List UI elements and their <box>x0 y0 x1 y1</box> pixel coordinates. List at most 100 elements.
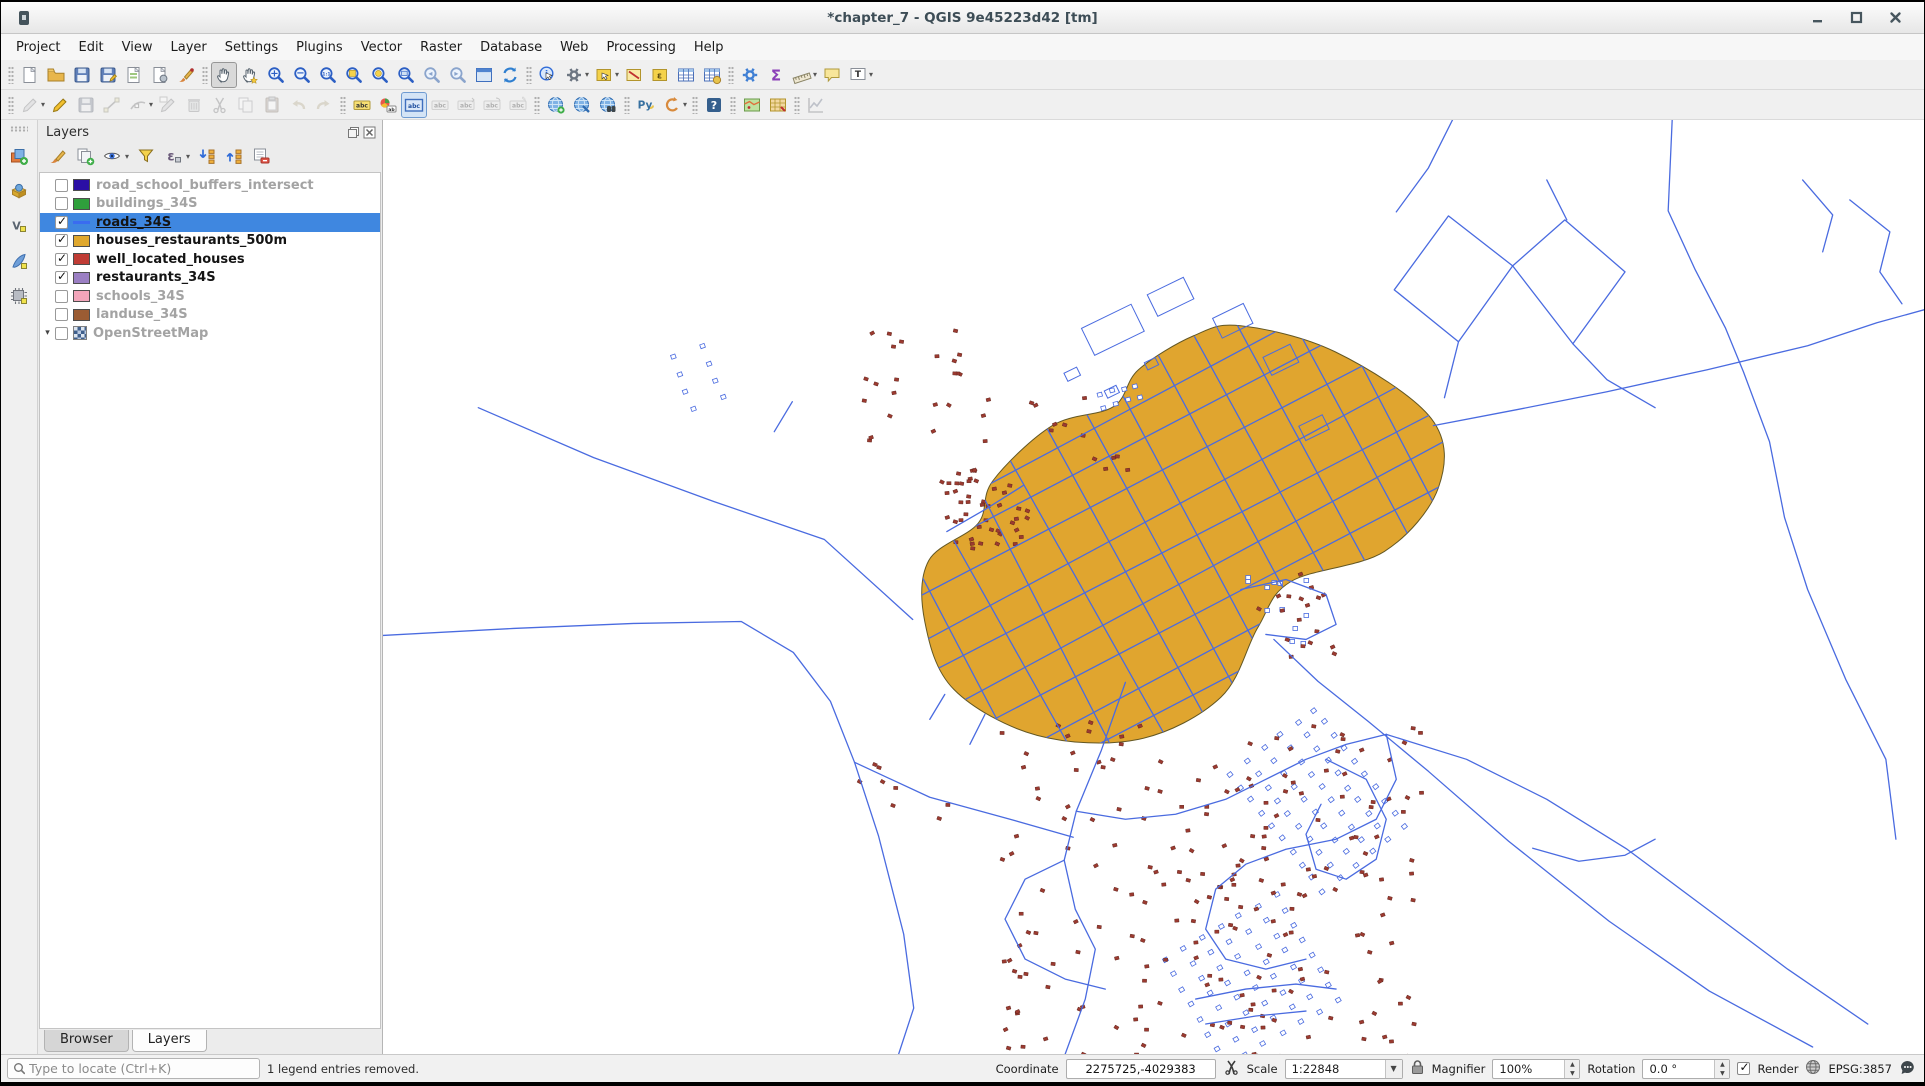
map-tips-button[interactable] <box>819 62 845 88</box>
select-features-button[interactable] <box>591 62 617 88</box>
new-virtual-layer-button[interactable] <box>6 283 32 309</box>
layer-checkbox[interactable] <box>55 308 68 321</box>
zoom-full-button[interactable] <box>341 62 367 88</box>
text-annotation-button[interactable]: T <box>845 62 871 88</box>
web-globe-button[interactable] <box>569 92 595 118</box>
panel-close-icon[interactable] <box>363 126 376 139</box>
current-edits-button[interactable] <box>17 92 43 118</box>
render-checkbox[interactable] <box>1737 1062 1750 1075</box>
magnifier-spin[interactable]: 100%▲▼ <box>1492 1059 1580 1079</box>
save-layer-edits-button[interactable] <box>73 92 99 118</box>
extents-toggle-icon[interactable] <box>1223 1059 1240 1079</box>
menu-processing[interactable]: Processing <box>597 36 684 59</box>
open-attribute-table-button[interactable] <box>673 62 699 88</box>
expand-all-button[interactable] <box>195 144 219 168</box>
layer-checkbox[interactable] <box>55 216 68 229</box>
panel-float-icon[interactable] <box>347 126 360 139</box>
run-feature-action-button[interactable] <box>561 62 587 88</box>
move-label-button[interactable]: abc <box>453 92 479 118</box>
georeferencer-button[interactable] <box>739 92 765 118</box>
layer-row-schools_34S[interactable]: schools_34S <box>40 287 380 306</box>
deselect-all-button[interactable] <box>621 62 647 88</box>
vertex-tool-button[interactable] <box>125 92 151 118</box>
metasearch-catalog-button[interactable] <box>543 92 569 118</box>
maximize-button[interactable] <box>1850 11 1863 24</box>
layer-checkbox[interactable] <box>55 234 68 247</box>
layer-row-OpenStreetMap[interactable]: ▾OpenStreetMap <box>40 324 380 343</box>
pan-map-button[interactable] <box>211 62 237 88</box>
scale-lock-icon[interactable] <box>1410 1059 1425 1078</box>
layer-labeling-button[interactable]: abc <box>349 92 375 118</box>
layer-checkbox[interactable] <box>55 197 68 210</box>
change-label-button[interactable]: abc✎ <box>505 92 531 118</box>
open-layer-styling-button[interactable] <box>46 144 70 168</box>
new-print-layout-button[interactable] <box>121 62 147 88</box>
expander-icon[interactable]: ▾ <box>40 328 55 338</box>
messages-icon[interactable] <box>1899 1059 1916 1079</box>
pan-to-selection-button[interactable] <box>237 62 263 88</box>
title-bar[interactable]: *chapter_7 - QGIS 9e45223d42 [tm] <box>1 2 1924 34</box>
coordinate-input[interactable] <box>1066 1059 1216 1079</box>
undo-button[interactable] <box>285 92 311 118</box>
crs-indicator[interactable]: EPSG:3857 <box>1828 1062 1892 1076</box>
layer-row-road_school_buffers_intersect[interactable]: road_school_buffers_intersect <box>40 176 380 195</box>
filter-legend-button[interactable] <box>134 144 158 168</box>
metasearch-binoculars-button[interactable] <box>595 92 621 118</box>
refresh-button[interactable] <box>497 62 523 88</box>
processing-toolbox-button[interactable] <box>737 62 763 88</box>
delete-selected-button[interactable] <box>181 92 207 118</box>
layer-row-landuse_34S[interactable]: landuse_34S <box>40 306 380 325</box>
style-manager-button[interactable] <box>173 62 199 88</box>
save-project-as-button[interactable] <box>95 62 121 88</box>
field-calculator-button[interactable] <box>699 62 725 88</box>
python-console-button[interactable]: Py <box>633 92 659 118</box>
open-project-button[interactable] <box>43 62 69 88</box>
measure-line-button[interactable] <box>789 62 815 88</box>
new-geopackage-layer-button[interactable] <box>6 248 32 274</box>
menu-view[interactable]: View <box>113 36 162 59</box>
identify-features-button[interactable]: i <box>535 62 561 88</box>
manage-map-themes-button[interactable] <box>100 144 124 168</box>
paste-features-button[interactable] <box>259 92 285 118</box>
menu-edit[interactable]: Edit <box>69 36 112 59</box>
crs-globe-icon[interactable] <box>1805 1059 1821 1078</box>
statistics-summary-button[interactable]: Σ <box>763 62 789 88</box>
new-project-button[interactable] <box>17 62 43 88</box>
remove-layer-button[interactable] <box>249 144 273 168</box>
help-contents-button[interactable]: ? <box>701 92 727 118</box>
new-map-view-button[interactable] <box>471 62 497 88</box>
minimize-button[interactable] <box>1811 11 1824 24</box>
add-raster-layer-button[interactable] <box>6 178 32 204</box>
show-hide-labels-button[interactable]: abc <box>427 92 453 118</box>
layer-checkbox[interactable] <box>55 179 68 192</box>
chevron-down-icon[interactable]: ▾ <box>813 70 817 79</box>
profile-tool-button[interactable] <box>803 92 829 118</box>
redo-button[interactable] <box>311 92 337 118</box>
new-shapefile-layer-button[interactable]: V <box>6 213 32 239</box>
map-canvas[interactable] <box>383 120 1924 1054</box>
menu-settings[interactable]: Settings <box>216 36 287 59</box>
dock-tab-browser[interactable]: Browser <box>44 1030 129 1052</box>
menu-plugins[interactable]: Plugins <box>287 36 352 59</box>
layer-row-roads_34S[interactable]: roads_34S <box>40 213 380 232</box>
cut-features-button[interactable] <box>207 92 233 118</box>
layer-diagram-button[interactable]: ab <box>375 92 401 118</box>
collapse-all-button[interactable] <box>222 144 246 168</box>
chevron-down-icon[interactable]: ▾ <box>615 70 619 79</box>
zoom-native-button[interactable]: 1:1 <box>315 62 341 88</box>
zoom-last-button[interactable]: ◂ <box>419 62 445 88</box>
zoom-next-button[interactable]: ▸ <box>445 62 471 88</box>
dock-tab-layers[interactable]: Layers <box>132 1030 207 1052</box>
chevron-down-icon[interactable]: ▾ <box>683 100 687 109</box>
chevron-down-icon[interactable]: ▾ <box>585 70 589 79</box>
save-project-button[interactable] <box>69 62 95 88</box>
layer-row-buildings_34S[interactable]: buildings_34S <box>40 195 380 214</box>
add-group-button[interactable] <box>73 144 97 168</box>
layer-row-houses_restaurants_500m[interactable]: houses_restaurants_500m <box>40 232 380 251</box>
layer-checkbox[interactable] <box>55 327 68 340</box>
menu-project[interactable]: Project <box>7 36 69 59</box>
layer-checkbox[interactable] <box>55 290 68 303</box>
rotation-spin[interactable]: 0.0 °▲▼ <box>1642 1059 1730 1079</box>
locate-box[interactable] <box>7 1058 260 1079</box>
rotate-label-button[interactable]: abc <box>479 92 505 118</box>
